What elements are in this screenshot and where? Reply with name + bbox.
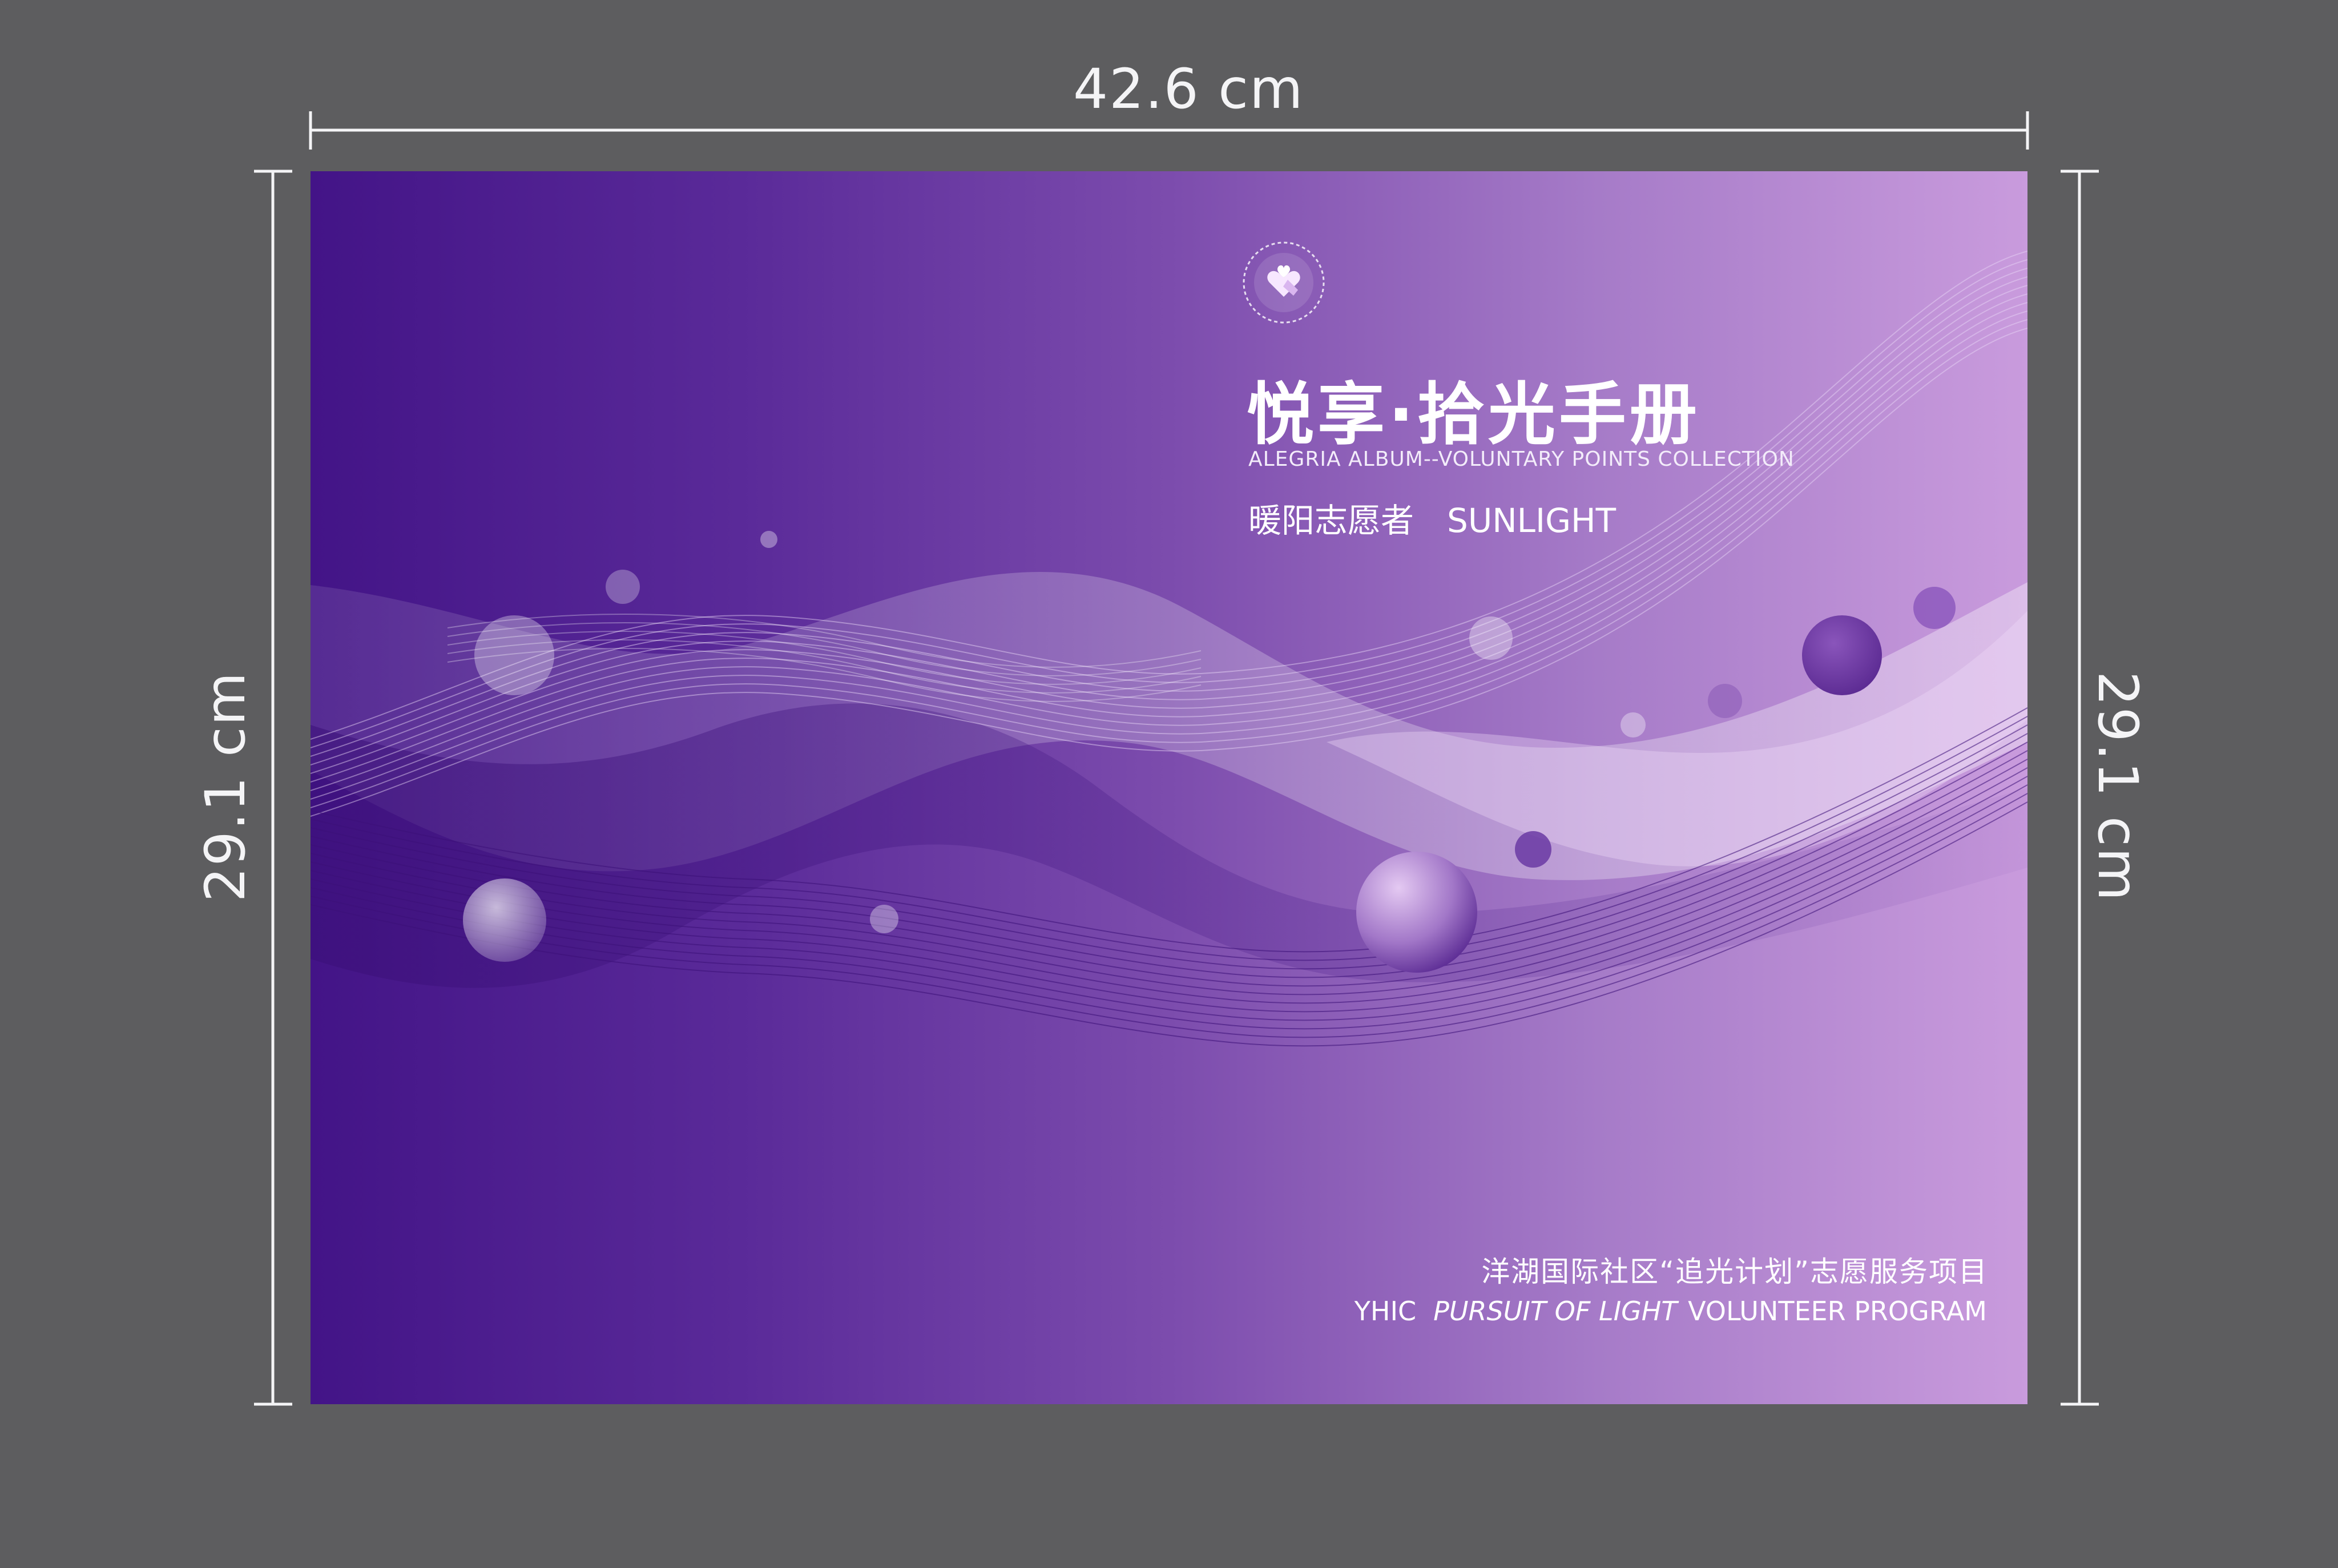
volunteer-group: 暖阳志愿者 SUNLIGHT bbox=[1248, 494, 1616, 542]
program-title-italic: PURSUIT OF LIGHT bbox=[1433, 1296, 1678, 1327]
sphere bbox=[1913, 587, 1956, 629]
mockup-stage: 42.6 cm 29.1 cm 29.1 cm 悦享·拾光手册 ALEGRIA … bbox=[0, 0, 2338, 1568]
sphere bbox=[606, 570, 640, 604]
sphere bbox=[1621, 712, 1646, 737]
album-title: 悦享·拾光手册 bbox=[1247, 375, 1700, 454]
album-cover: 悦享·拾光手册 ALEGRIA ALBUM--VOLUNTARY POINTS … bbox=[311, 171, 2027, 1404]
program-suffix: VOLUNTEER PROGRAM bbox=[1688, 1296, 1987, 1327]
sphere bbox=[870, 905, 898, 933]
sphere bbox=[1356, 852, 1477, 973]
volunteer-group-cn: 暖阳志愿者 bbox=[1248, 501, 1414, 540]
height-dimension-label-left: 29.1 cm bbox=[194, 671, 257, 902]
volunteer-group-en: SUNLIGHT bbox=[1447, 501, 1617, 540]
sphere bbox=[1708, 684, 1742, 718]
sphere bbox=[1469, 616, 1513, 660]
height-dimension-label-right: 29.1 cm bbox=[2086, 671, 2150, 902]
program-name-en: YHIC PURSUIT OF LIGHT VOLUNTEER PROGRAM bbox=[1355, 1296, 1987, 1327]
sphere bbox=[1515, 831, 1551, 868]
sphere bbox=[760, 531, 777, 548]
album-subtitle-en: ALEGRIA ALBUM--VOLUNTARY POINTS COLLECTI… bbox=[1248, 448, 1795, 471]
sphere bbox=[474, 615, 554, 695]
heart-hands-logo-icon bbox=[1243, 241, 1325, 324]
program-org: YHIC bbox=[1354, 1296, 1417, 1327]
width-dimension-label: 42.6 cm bbox=[1073, 57, 1304, 121]
sphere bbox=[1802, 615, 1882, 695]
program-name-cn: 洋湖国际社区“追光计划”志愿服务项目 bbox=[1481, 1255, 1988, 1288]
wave-artwork bbox=[311, 251, 2027, 1047]
sphere bbox=[463, 878, 546, 962]
